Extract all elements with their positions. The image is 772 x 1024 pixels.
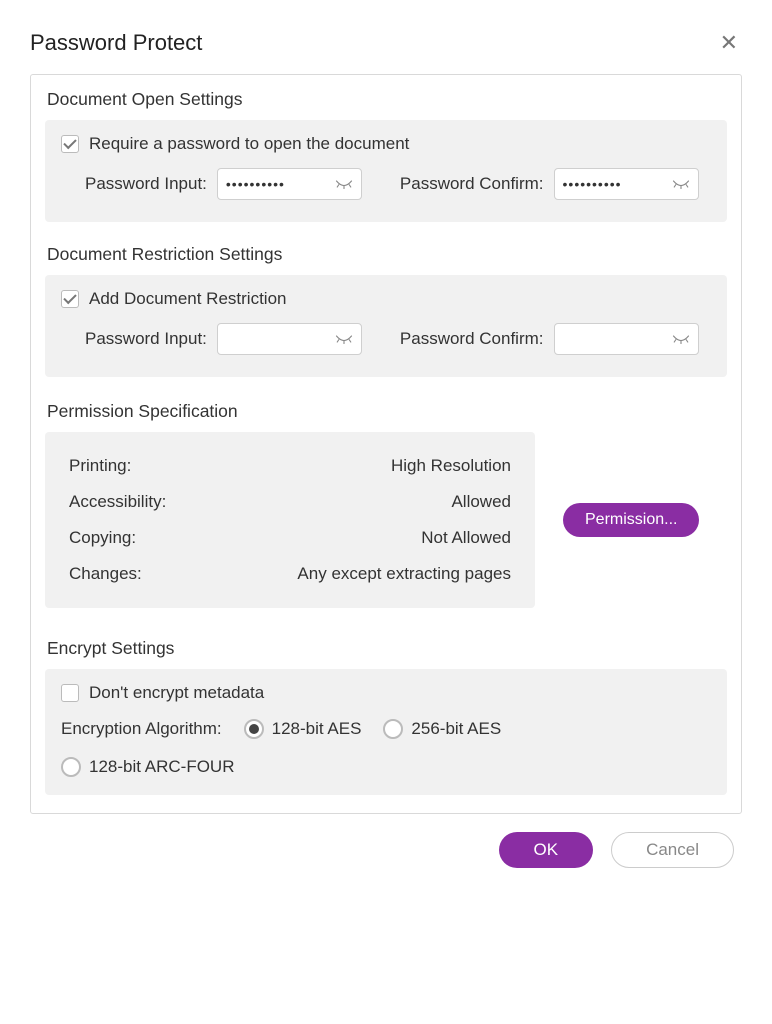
open-password-confirm[interactable]: •••••••••• bbox=[554, 168, 699, 200]
dont-encrypt-checkbox[interactable] bbox=[61, 684, 79, 702]
radio-label: 128-bit ARC-FOUR bbox=[89, 757, 234, 777]
require-password-label: Require a password to open the document bbox=[89, 134, 409, 154]
dialog-title: Password Protect bbox=[30, 30, 202, 56]
permission-table: Printing: High Resolution Accessibility:… bbox=[45, 432, 535, 608]
radio-label: 256-bit AES bbox=[411, 719, 501, 739]
permission-value: Any except extracting pages bbox=[297, 564, 511, 584]
restriction-password-confirm[interactable] bbox=[554, 323, 699, 355]
permission-title: Permission Specification bbox=[47, 401, 727, 422]
restriction-password-row: Password Input: Password Confirm: bbox=[61, 323, 711, 355]
password-protect-dialog: Password Protect ✕ Document Open Setting… bbox=[0, 0, 772, 888]
permission-key: Changes: bbox=[69, 564, 142, 584]
add-restriction-label: Add Document Restriction bbox=[89, 289, 286, 309]
permission-key: Copying: bbox=[69, 528, 136, 548]
permission-row-printing: Printing: High Resolution bbox=[69, 448, 511, 484]
permission-value: High Resolution bbox=[391, 456, 511, 476]
radio-label: 128-bit AES bbox=[272, 719, 362, 739]
close-icon: ✕ bbox=[720, 30, 738, 55]
restriction-password-input-label: Password Input: bbox=[85, 329, 207, 349]
permission-value: Allowed bbox=[451, 492, 511, 512]
permission-value: Not Allowed bbox=[421, 528, 511, 548]
open-password-confirm-value: •••••••••• bbox=[563, 176, 622, 192]
dont-encrypt-label: Don't encrypt metadata bbox=[89, 683, 264, 703]
open-settings-title: Document Open Settings bbox=[47, 89, 727, 110]
radio-icon bbox=[61, 757, 81, 777]
dont-encrypt-row: Don't encrypt metadata bbox=[61, 683, 711, 703]
open-password-input[interactable]: •••••••••• bbox=[217, 168, 362, 200]
open-password-input-value: •••••••••• bbox=[226, 176, 285, 192]
restriction-settings-group: Add Document Restriction Password Input:… bbox=[45, 275, 727, 377]
restriction-settings-title: Document Restriction Settings bbox=[47, 244, 727, 265]
encryption-algorithm-row: Encryption Algorithm: 128-bit AES 256-bi… bbox=[61, 719, 711, 739]
permission-key: Accessibility: bbox=[69, 492, 166, 512]
open-password-confirm-label: Password Confirm: bbox=[400, 174, 544, 194]
open-password-input-label: Password Input: bbox=[85, 174, 207, 194]
radio-icon bbox=[244, 719, 264, 739]
require-password-row: Require a password to open the document bbox=[61, 134, 711, 154]
add-restriction-checkbox[interactable] bbox=[61, 290, 79, 308]
restriction-password-input[interactable] bbox=[217, 323, 362, 355]
open-password-row: Password Input: •••••••••• Password Conf… bbox=[61, 168, 711, 200]
permission-row-changes: Changes: Any except extracting pages bbox=[69, 556, 511, 592]
radio-128-arcfour[interactable]: 128-bit ARC-FOUR bbox=[61, 757, 234, 777]
permission-row-copying: Copying: Not Allowed bbox=[69, 520, 511, 556]
permission-row-accessibility: Accessibility: Allowed bbox=[69, 484, 511, 520]
permission-key: Printing: bbox=[69, 456, 131, 476]
restriction-password-confirm-label: Password Confirm: bbox=[400, 329, 544, 349]
require-password-checkbox[interactable] bbox=[61, 135, 79, 153]
eye-closed-icon[interactable] bbox=[672, 179, 690, 189]
ok-button[interactable]: OK bbox=[499, 832, 594, 868]
encryption-algorithm-row-2: 128-bit ARC-FOUR bbox=[61, 757, 711, 777]
permission-section: Printing: High Resolution Accessibility:… bbox=[45, 432, 727, 608]
cancel-button[interactable]: Cancel bbox=[611, 832, 734, 868]
dialog-panel: Document Open Settings Require a passwor… bbox=[30, 74, 742, 814]
radio-128-aes[interactable]: 128-bit AES bbox=[244, 719, 362, 739]
eye-closed-icon[interactable] bbox=[335, 334, 353, 344]
eye-closed-icon[interactable] bbox=[672, 334, 690, 344]
permission-button[interactable]: Permission... bbox=[563, 503, 699, 537]
dialog-footer: OK Cancel bbox=[30, 814, 742, 868]
encryption-algorithm-label: Encryption Algorithm: bbox=[61, 719, 222, 739]
radio-icon bbox=[383, 719, 403, 739]
dialog-header: Password Protect ✕ bbox=[30, 20, 742, 74]
encrypt-title: Encrypt Settings bbox=[47, 638, 727, 659]
encrypt-group: Don't encrypt metadata Encryption Algori… bbox=[45, 669, 727, 795]
add-restriction-row: Add Document Restriction bbox=[61, 289, 711, 309]
close-button[interactable]: ✕ bbox=[716, 28, 742, 58]
eye-closed-icon[interactable] bbox=[335, 179, 353, 189]
radio-256-aes[interactable]: 256-bit AES bbox=[383, 719, 501, 739]
open-settings-group: Require a password to open the document … bbox=[45, 120, 727, 222]
